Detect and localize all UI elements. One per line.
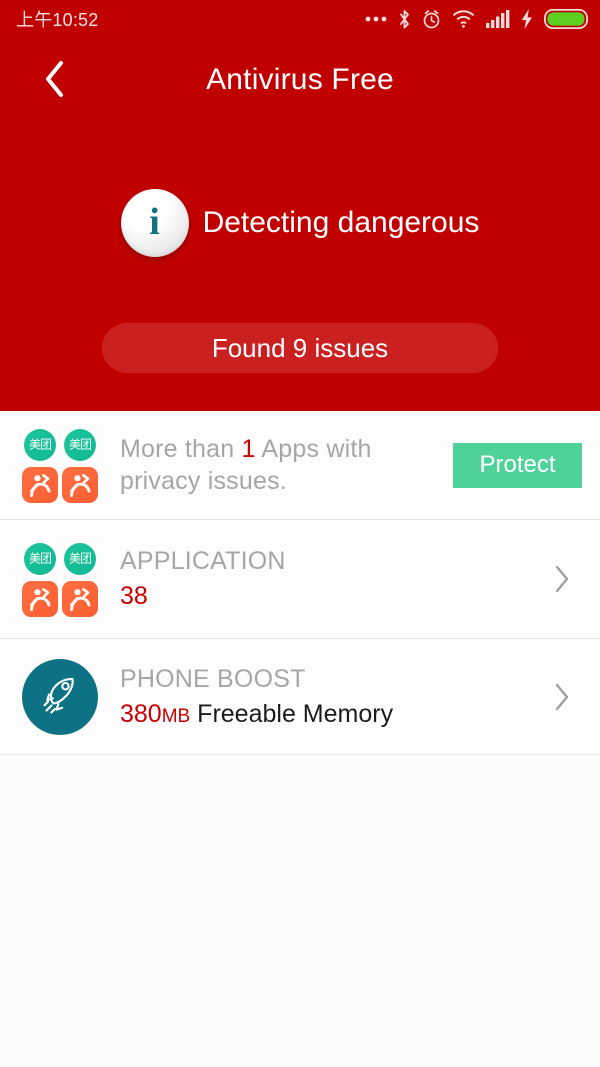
protect-button[interactable]: Protect xyxy=(453,442,582,488)
charging-bolt-icon xyxy=(521,9,532,29)
app-bar: Antivirus Free xyxy=(0,42,600,118)
status-bar-time: 上午10:52 xyxy=(16,10,99,30)
results-list: 美团 美团 More than 1 Apps with privacy issu… xyxy=(0,411,600,755)
list-item-phone-boost[interactable]: PHONE BOOST 380MB Freeable Memory xyxy=(0,639,600,754)
phone-boost-icon xyxy=(22,658,98,735)
app-icon-cluster: 美团 美团 xyxy=(22,427,98,503)
found-issues-button[interactable]: Found 9 issues xyxy=(102,323,498,373)
app-icon-cluster: 美团 美团 xyxy=(22,541,98,617)
person-figure-icon xyxy=(30,474,51,497)
scan-status-text: Detecting dangerous xyxy=(202,206,480,239)
privacy-prefix: More than xyxy=(120,435,242,463)
meituan-icon-label: 美团 xyxy=(28,438,52,452)
info-glyph: i xyxy=(149,201,160,243)
application-count: 38 xyxy=(120,582,148,611)
meituan-icon: 美团 xyxy=(62,541,98,577)
list-item-application[interactable]: 美团 美团 APPLICATION 38 xyxy=(0,520,600,638)
meituan-waimai-icon xyxy=(22,467,58,503)
phone-boost-title: PHONE BOOST xyxy=(120,664,306,693)
person-figure-icon xyxy=(30,588,51,611)
privacy-count: 1 xyxy=(241,435,256,463)
privacy-suffix: Apps with xyxy=(255,435,372,463)
phone-boost-unit: MB xyxy=(161,705,191,727)
phone-boost-chevron[interactable] xyxy=(542,682,582,712)
list-item-privacy[interactable]: 美团 美团 More than 1 Apps with privacy issu… xyxy=(0,411,600,519)
person-figure-icon xyxy=(70,588,91,611)
signal-icon xyxy=(486,10,510,28)
app-screen: 上午10:52 Antivirus Free i Detecting dange… xyxy=(0,0,600,1067)
meituan-icon: 美团 xyxy=(22,541,58,577)
found-issues-label: Found 9 issues xyxy=(211,332,389,363)
hero-panel: 上午10:52 Antivirus Free i Detecting dange… xyxy=(0,0,600,411)
meituan-waimai-icon xyxy=(62,467,98,503)
person-figure-icon xyxy=(70,474,91,497)
list-divider xyxy=(0,754,600,755)
alarm-icon xyxy=(423,9,440,28)
privacy-row-text: More than 1 Apps with privacy issues. xyxy=(120,433,453,497)
more-dots-icon xyxy=(365,16,387,22)
meituan-icon-label: 美团 xyxy=(68,552,92,566)
status-bar-icons xyxy=(365,9,588,30)
phone-boost-memory: 380MB Freeable Memory xyxy=(120,698,542,731)
privacy-headline: More than 1 Apps with xyxy=(120,433,453,465)
meituan-waimai-icon xyxy=(22,581,58,617)
scan-status: i Detecting dangerous xyxy=(0,186,600,260)
wifi-icon xyxy=(452,10,475,28)
phone-boost-suffix-text: Freeable Memory xyxy=(197,699,394,728)
chevron-right-icon xyxy=(555,565,568,593)
application-title: APPLICATION xyxy=(120,547,286,576)
meituan-icon: 美团 xyxy=(62,427,98,463)
chevron-right-icon xyxy=(555,683,568,710)
meituan-icon: 美团 xyxy=(22,427,58,463)
application-chevron[interactable] xyxy=(542,564,582,594)
meituan-icon-label: 美团 xyxy=(28,552,52,566)
application-row-text: APPLICATION 38 xyxy=(120,545,542,613)
meituan-waimai-icon xyxy=(62,581,98,617)
protect-button-label: Protect xyxy=(479,451,556,478)
privacy-headline-line2: privacy issues. xyxy=(120,467,287,495)
phone-boost-row-text: PHONE BOOST 380MB Freeable Memory xyxy=(120,663,542,731)
page-title: Antivirus Free xyxy=(206,63,394,96)
rocket-icon xyxy=(43,677,74,714)
phone-boost-value: 380 xyxy=(120,699,162,728)
status-bar: 上午10:52 xyxy=(0,0,600,38)
info-icon: i xyxy=(120,189,189,257)
bluetooth-icon xyxy=(400,9,409,28)
battery-icon xyxy=(544,9,588,29)
meituan-icon-label: 美团 xyxy=(68,438,92,452)
